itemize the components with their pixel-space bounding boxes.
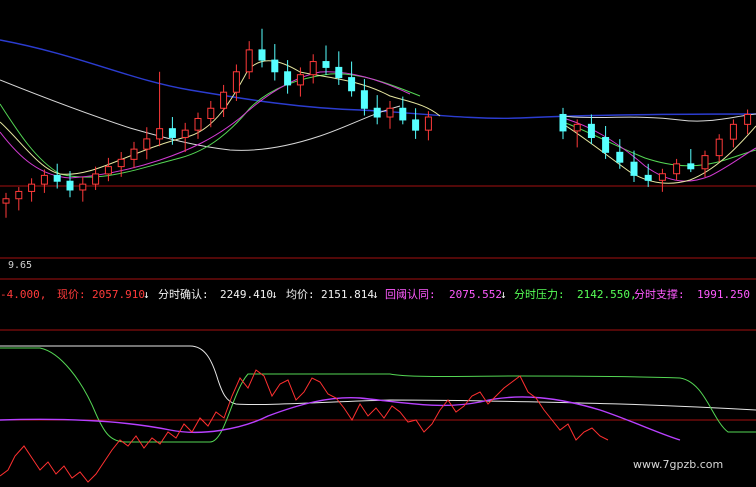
info-pullback-value: 2075.552 — [449, 288, 502, 301]
chart-svg: 9.65 -4.000, 现价: 2057.910 ↓ 分时确认: 2249.4… — [0, 28, 756, 483]
info-confirm-value: 2249.410 — [220, 288, 273, 301]
candle-seg1-body-26 — [335, 66, 343, 79]
info-bar: -4.000, 现价: 2057.910 ↓ 分时确认: 2249.410 ↓ … — [0, 287, 750, 301]
candle-seg1-body-32 — [412, 119, 420, 131]
info-average-value: 2151.814 — [321, 288, 374, 301]
info-current-price-arrow: ↓ — [143, 288, 150, 301]
candle-seg1-body-30 — [386, 107, 394, 118]
candle-seg1-body-4 — [53, 174, 61, 182]
main-grid — [0, 185, 756, 421]
info-confirm-label: 分时确认: — [158, 288, 209, 301]
chart-root: 9.65 -4.000, 现价: 2057.910 ↓ 分时确认: 2249.4… — [0, 0, 756, 487]
candle-seg1-body-8 — [104, 166, 112, 175]
candle-seg1-body-12 — [156, 128, 164, 140]
candle-seg1-body-5 — [66, 180, 74, 191]
candle-seg2-body-6 — [644, 174, 652, 181]
ma-blue-line — [0, 39, 756, 119]
candle-seg1-body-9 — [117, 158, 125, 168]
candle-seg1-body-21 — [271, 59, 279, 73]
candle-seg1-body-1 — [15, 190, 23, 200]
candle-seg2-body-0 — [559, 113, 567, 132]
candle-seg2-body-7 — [658, 173, 666, 181]
candle-seg1-body-20 — [258, 49, 266, 61]
candle-seg2-body-9 — [687, 163, 695, 170]
candle-seg1-body-19 — [245, 49, 253, 73]
candle-seg1-body-18 — [232, 71, 240, 93]
watermark-text: www.7gpzb.com — [633, 458, 723, 471]
candle-seg1-body-25 — [322, 61, 330, 68]
info-average-arrow: ↓ — [372, 288, 379, 301]
info-confirm-arrow: ↓ — [271, 288, 278, 301]
info-pullback-arrow: ↓ — [500, 288, 507, 301]
candle-seg2-body-8 — [673, 163, 681, 175]
candle-seg1-body-33 — [424, 116, 432, 131]
candle-seg1-body-28 — [360, 90, 368, 109]
ma-green-line — [0, 73, 421, 178]
info-current-price-label: 现价: — [57, 288, 86, 301]
candle-seg2-body-10 — [701, 155, 709, 170]
candle-seg1-body-3 — [40, 174, 48, 185]
info-current-price-value: 2057.910 — [92, 288, 145, 301]
sub-green-line — [0, 347, 756, 443]
candle-seg1-body-29 — [373, 107, 381, 118]
candle-seg2-body-2 — [587, 123, 595, 139]
info-average-label: 均价: — [286, 288, 315, 301]
candle-seg1-body-14 — [181, 129, 189, 138]
info-pressure-value: 2142.550, — [577, 288, 637, 301]
info-support-label: 分时支撑: — [634, 287, 685, 301]
candle-seg1-body-7 — [92, 173, 100, 185]
candle-seg1-body-22 — [284, 71, 292, 86]
candle-seg1-body-2 — [28, 183, 36, 192]
candle-seg2-body-11 — [715, 138, 723, 157]
candle-seg2-body-1 — [573, 123, 581, 132]
info-lead-value: -4.000, — [0, 288, 46, 301]
ma-white-line — [0, 79, 401, 151]
candle-seg1-body-13 — [168, 128, 176, 138]
sub-red-line — [0, 369, 609, 483]
candle-seg2-body-4 — [616, 151, 624, 163]
candle-seg1-body-27 — [348, 77, 356, 92]
candle-seg1-body-6 — [79, 183, 87, 191]
info-support-value: 1991.250 — [697, 288, 750, 301]
info-pullback-label: 回阈认同: — [385, 287, 436, 301]
candle-seg1-body-11 — [143, 138, 151, 150]
candle-seg1-body-16 — [207, 107, 215, 119]
candle-seg2-body-5 — [630, 161, 638, 176]
candle-seg1-body-23 — [296, 74, 304, 86]
price-axis-label: 9.65 — [8, 260, 32, 271]
candle-seg2-body-12 — [729, 123, 737, 140]
candle-seg1-body-31 — [399, 107, 407, 121]
candle-seg2-body-13 — [744, 113, 752, 125]
candle-seg1-body-24 — [309, 61, 317, 76]
candle-seg1-body-17 — [220, 91, 228, 109]
candle-seg2-body-3 — [602, 137, 610, 153]
info-pressure-label: 分时压力: — [514, 288, 565, 301]
candle-seg1-body-0 — [2, 198, 10, 204]
candle-seg1-body-10 — [130, 148, 138, 160]
candle-seg1-body-15 — [194, 117, 202, 131]
